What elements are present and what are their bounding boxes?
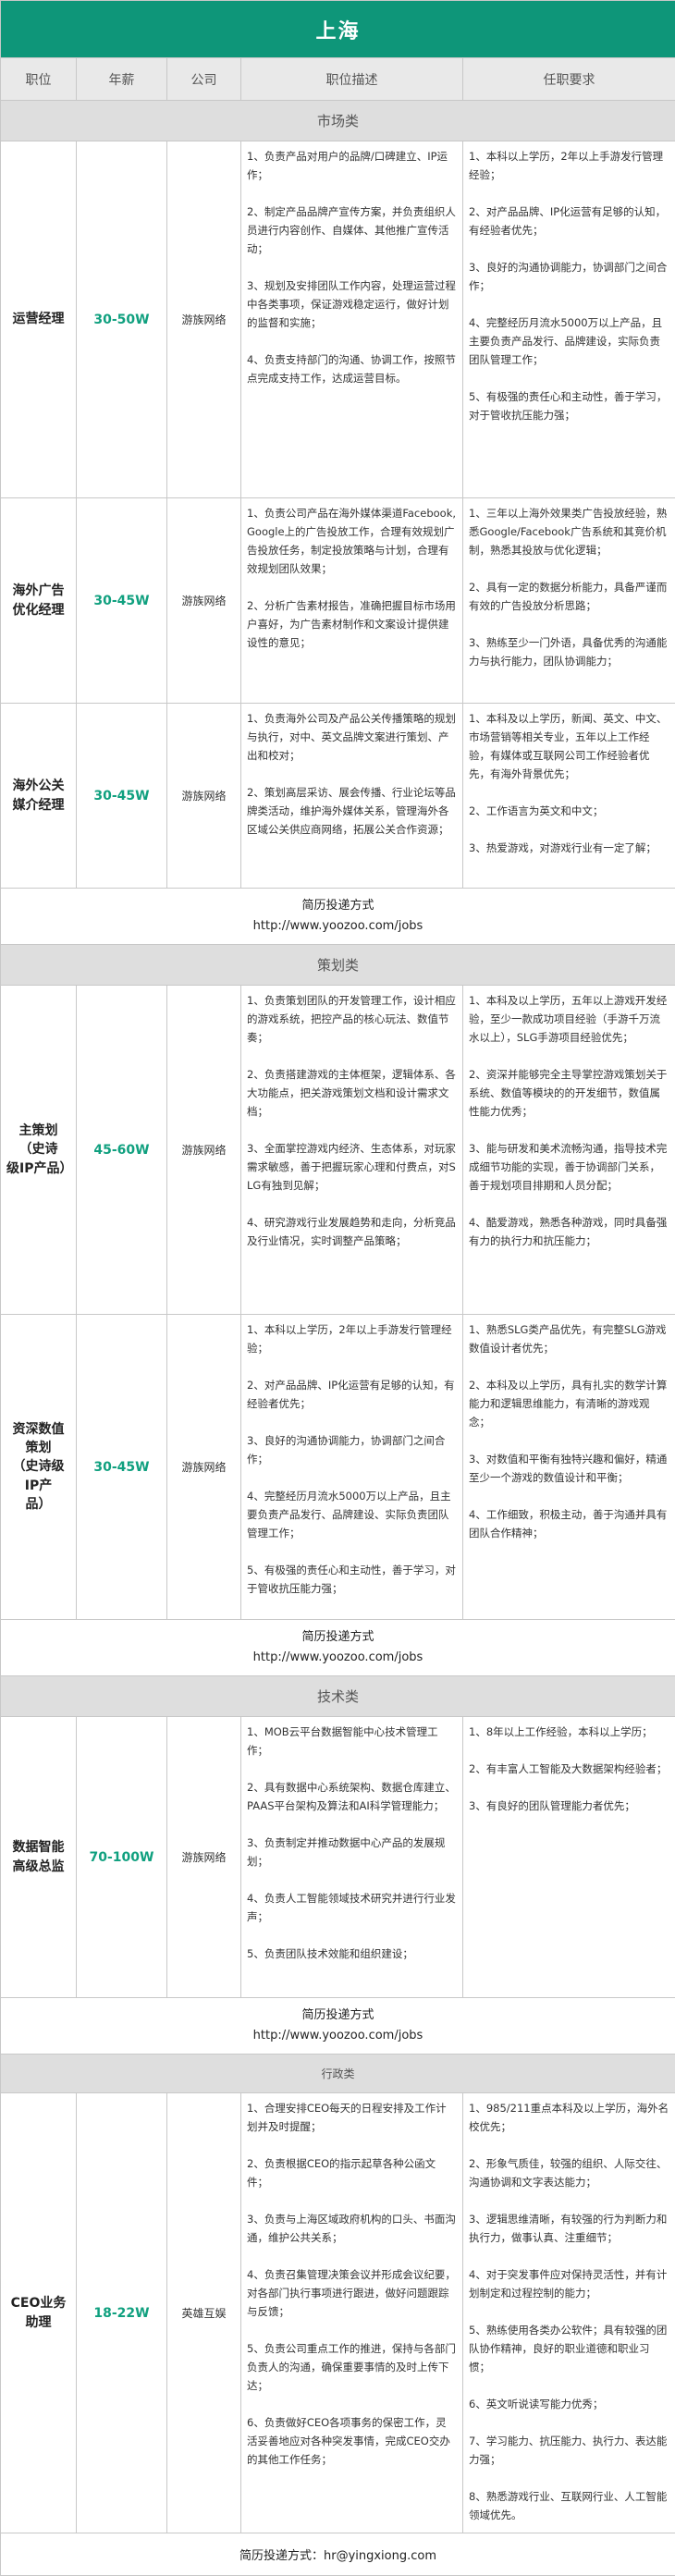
job-position: 主策划（史诗 级IP产品） <box>1 986 77 1315</box>
job-table: 上海 职位 年薪 公司 职位描述 任职要求 市场类 运营经理 30-50W 游族… <box>0 0 675 2576</box>
table-row: CEO业务助理 18-22W 英雄互娱 1、合理安排CEO每天的日程安排及工作计… <box>1 2093 675 2533</box>
table-row: 主策划（史诗 级IP产品） 45-60W 游族网络 1、负责策划团队的开发管理工… <box>1 986 675 1315</box>
contact-info: 简历投递方式 http://www.yoozoo.com/jobs <box>1 889 675 945</box>
job-requirements: 1、本科以上学历，2年以上手游发行管理经验； 2、对产品品牌、IP化运营有足够的… <box>463 141 675 498</box>
job-salary: 45-60W <box>77 986 167 1315</box>
job-description: 1、本科以上学历，2年以上手游发行管理经验； 2、对产品品牌、IP化运营有足够的… <box>241 1315 463 1620</box>
job-salary: 30-50W <box>77 141 167 498</box>
job-description: 1、MOB云平台数据智能中心技术管理工作； 2、具有数据中心系统架构、数据仓库建… <box>241 1717 463 1998</box>
job-position: 资深数值策划 （史诗级IP产 品） <box>1 1315 77 1620</box>
header-salary: 年薪 <box>77 58 167 101</box>
job-description: 1、负责产品对用户的品牌/口碑建立、IP运作； 2、制定产品品牌产宣传方案，并负… <box>241 141 463 498</box>
contact-info: 简历投递方式 http://www.yoozoo.com/jobs <box>1 1620 675 1676</box>
category-technology: 技术类 <box>1 1676 675 1717</box>
table-row: 数据智能 高级总监 70-100W 游族网络 1、MOB云平台数据智能中心技术管… <box>1 1717 675 1998</box>
contact-info: 简历投递方式 http://www.yoozoo.com/jobs <box>1 1998 675 2055</box>
job-salary: 18-22W <box>77 2093 167 2533</box>
job-position: 海外广告 优化经理 <box>1 498 77 704</box>
table-row: 海外广告 优化经理 30-45W 游族网络 1、负责公司产品在海外媒体渠道Fac… <box>1 498 675 704</box>
contact-label: 简历投递方式 <box>5 1627 671 1648</box>
table-row: 海外公关 媒介经理 30-45W 游族网络 1、负责海外公司及产品公关传播策略的… <box>1 704 675 889</box>
header-description: 职位描述 <box>241 58 463 101</box>
job-description: 1、负责海外公司及产品公关传播策略的规划与执行，对中、英文品牌文案进行策划、产出… <box>241 704 463 889</box>
job-salary: 30-45W <box>77 498 167 704</box>
contact-label: 简历投递方式 <box>5 896 671 916</box>
contact-label: 简历投递方式 <box>5 2006 671 2026</box>
job-requirements: 1、熟悉SLG类产品优先，有完整SLG游戏数值设计者优先； 2、本科及以上学历，… <box>463 1315 675 1620</box>
table-row: 资深数值策划 （史诗级IP产 品） 30-45W 游族网络 1、本科以上学历，2… <box>1 1315 675 1620</box>
job-position: 运营经理 <box>1 141 77 498</box>
contact-url-link[interactable]: http://www.yoozoo.com/jobs <box>5 916 671 937</box>
job-company: 游族网络 <box>167 986 241 1315</box>
job-company: 游族网络 <box>167 704 241 889</box>
page-title: 上海 <box>1 1 675 58</box>
job-company: 游族网络 <box>167 1315 241 1620</box>
job-requirements: 1、本科及以上学历，新闻、英文、中文、市场营销等相关专业，五年以上工作经验，有媒… <box>463 704 675 889</box>
job-company: 游族网络 <box>167 141 241 498</box>
job-position: 数据智能 高级总监 <box>1 1717 77 1998</box>
category-planning: 策划类 <box>1 945 675 986</box>
job-description: 1、合理安排CEO每天的日程安排及工作计划并及时提醒； 2、负责根据CEO的指示… <box>241 2093 463 2533</box>
job-description: 1、负责公司产品在海外媒体渠道Facebook,Google上的广告投放工作，合… <box>241 498 463 704</box>
job-description: 1、负责策划团队的开发管理工作，设计相应的游戏系统，把控产品的核心玩法、数值节奏… <box>241 986 463 1315</box>
job-salary: 30-45W <box>77 704 167 889</box>
job-requirements: 1、8年以上工作经验，本科以上学历； 2、有丰富人工智能及大数据架构经验者； 3… <box>463 1717 675 1998</box>
job-company: 游族网络 <box>167 1717 241 1998</box>
job-requirements: 1、985/211重点本科及以上学历，海外名校优先； 2、形象气质佳，较强的组织… <box>463 2093 675 2533</box>
job-company: 英雄互娱 <box>167 2093 241 2533</box>
category-marketing: 市场类 <box>1 101 675 141</box>
job-company: 游族网络 <box>167 498 241 704</box>
category-administration: 行政类 <box>1 2055 675 2093</box>
header-requirements: 任职要求 <box>463 58 675 101</box>
job-position: 海外公关 媒介经理 <box>1 704 77 889</box>
job-salary: 70-100W <box>77 1717 167 1998</box>
job-requirements: 1、三年以上海外效果类广告投放经验，熟悉Google/Facebook广告系统和… <box>463 498 675 704</box>
job-sheet: 上海 职位 年薪 公司 职位描述 任职要求 市场类 运营经理 30-50W 游族… <box>0 0 675 2576</box>
header-company: 公司 <box>167 58 241 101</box>
contact-url-link[interactable]: http://www.yoozoo.com/jobs <box>5 1648 671 1668</box>
table-row: 运营经理 30-50W 游族网络 1、负责产品对用户的品牌/口碑建立、IP运作；… <box>1 141 675 498</box>
footer-contact: 简历投递方式：hr@yingxiong.com <box>1 2533 675 2576</box>
job-salary: 30-45W <box>77 1315 167 1620</box>
contact-url-link[interactable]: http://www.yoozoo.com/jobs <box>5 2026 671 2046</box>
header-position: 职位 <box>1 58 77 101</box>
job-requirements: 1、本科及以上学历，五年以上游戏开发经验，至少一款成功项目经验（手游千万流水以上… <box>463 986 675 1315</box>
job-position: CEO业务助理 <box>1 2093 77 2533</box>
